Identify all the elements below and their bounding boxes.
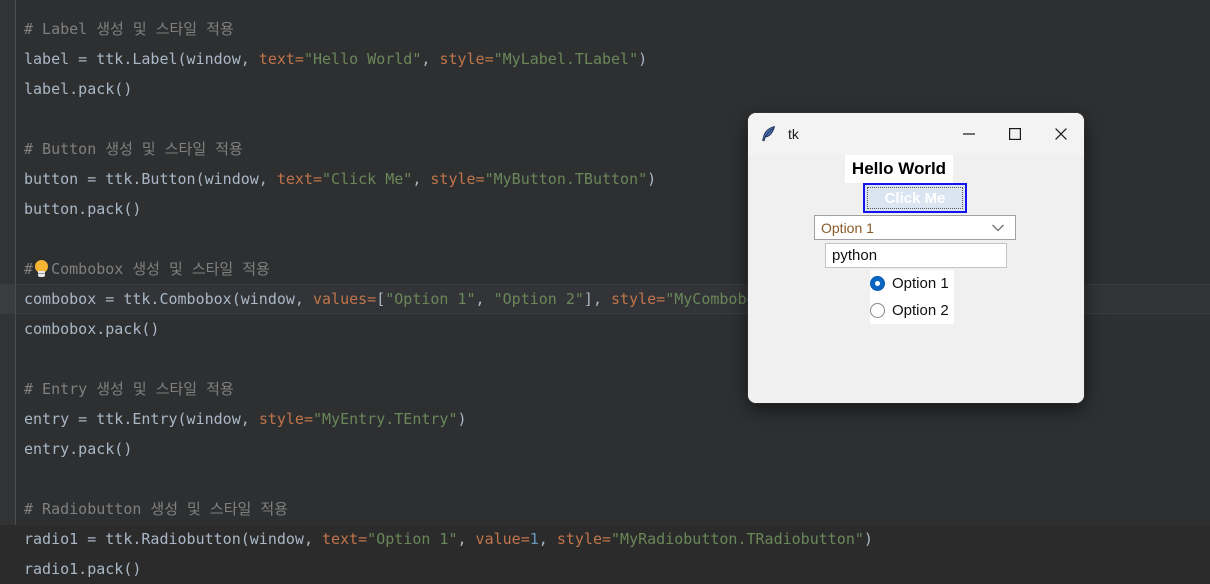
code-token: , [421,50,440,68]
radio-option-2[interactable]: Option 2 [870,297,954,324]
code-token: button = ttk.Button(window, [24,170,277,188]
code-token: , [538,530,557,548]
code-token: text= [276,170,323,188]
code-token: style= [439,50,494,68]
entry-value: python [832,247,878,264]
text-entry-field[interactable]: python [825,243,1007,268]
maximize-button[interactable] [992,113,1038,155]
code-token: "MyButton.TButton" [484,170,648,188]
code-line[interactable]: radio1 = ttk.Radiobutton(window, text="O… [24,524,1210,554]
code-token: text= [258,50,304,68]
code-token: label.pack() [24,80,133,98]
code-token: label = ttk.Label(window, [24,50,259,68]
radio-option-2-label: Option 2 [892,302,949,319]
lightbulb-base [38,271,45,277]
code-token: "Click Me" [322,170,413,188]
radio-group: Option 1 Option 2 [870,270,954,324]
code-token: "MyRadiobutton.TRadiobutton" [611,530,864,548]
click-me-button-label: Click Me [884,189,946,207]
code-token: # Radiobutton 생성 및 스타일 적용 [24,500,288,518]
code-token: [ [376,290,386,308]
close-button[interactable] [1038,113,1084,155]
code-token: button.pack() [24,200,142,218]
code-token: combobox.pack() [24,320,160,338]
code-token: ) [647,170,657,188]
click-me-button[interactable]: Click Me [863,183,967,213]
lightbulb-icon[interactable] [34,260,49,279]
code-token: text= [322,530,368,548]
current-line-gutter-highlight [0,284,15,314]
code-token: style= [258,410,313,428]
code-token: # Label 생성 및 스타일 적용 [24,20,234,38]
code-line[interactable]: label.pack() [24,74,1210,104]
code-token: entry.pack() [24,440,133,458]
code-token: value= [475,530,530,548]
code-line[interactable]: entry.pack() [24,434,1210,464]
code-token: "MyEntry.TEntry" [313,410,458,428]
code-line[interactable] [24,464,1210,494]
code-line[interactable]: # Label 생성 및 스타일 적용 [24,14,1210,44]
tk-application-window[interactable]: tk Hello World Click Me Option 1 python [748,113,1084,403]
hello-world-label: Hello World [845,155,953,183]
option-combobox[interactable]: Option 1 [814,215,1016,240]
radio-unselected-icon[interactable] [870,303,885,318]
code-token: , [457,530,476,548]
minimize-button[interactable] [946,113,992,155]
code-token: radio1 = ttk.Radiobutton(window, [24,530,323,548]
code-line[interactable]: # Radiobutton 생성 및 스타일 적용 [24,494,1210,524]
code-token: , [412,170,431,188]
code-token: combobox = ttk.Combobox(window, [24,290,313,308]
radio-option-1-label: Option 1 [892,275,949,292]
code-token: , [475,290,494,308]
code-token: ) [457,410,467,428]
code-token: "Option 1" [385,290,476,308]
code-token: values= [312,290,377,308]
code-token: ], [583,290,612,308]
code-token: style= [556,530,612,548]
chevron-down-icon[interactable] [991,223,1005,233]
code-token: # Entry 생성 및 스타일 적용 [24,380,234,398]
code-token: style= [430,170,485,188]
window-title: tk [788,126,799,142]
code-token: "Option 1" [367,530,458,548]
editor-gutter[interactable] [0,0,16,525]
code-token: 1 [529,530,539,548]
code-token: style= [611,290,666,308]
radio-selected-icon[interactable] [870,276,885,291]
radio-option-1[interactable]: Option 1 [870,270,954,297]
code-token: "Option 2" [493,290,584,308]
code-token: "MyLabel.TLabel" [493,50,639,68]
window-titlebar[interactable]: tk [748,113,1084,155]
code-line[interactable]: entry = ttk.Entry(window, style="MyEntry… [24,404,1210,434]
code-line[interactable]: radio1.pack() [24,554,1210,584]
code-token: "Hello World" [303,50,422,68]
code-token: # Combobox 생성 및 스타일 적용 [24,260,270,278]
code-line[interactable]: label = ttk.Label(window, text="Hello Wo… [24,44,1210,74]
window-client-area: Hello World Click Me Option 1 python Opt… [748,155,1084,403]
code-token: ) [638,50,648,68]
code-token: # Button 생성 및 스타일 적용 [24,140,243,158]
combobox-value: Option 1 [821,219,874,236]
code-token: radio1.pack() [24,560,142,578]
code-token: entry = ttk.Entry(window, [24,410,259,428]
feather-icon [760,125,778,143]
code-token: ) [863,530,873,548]
